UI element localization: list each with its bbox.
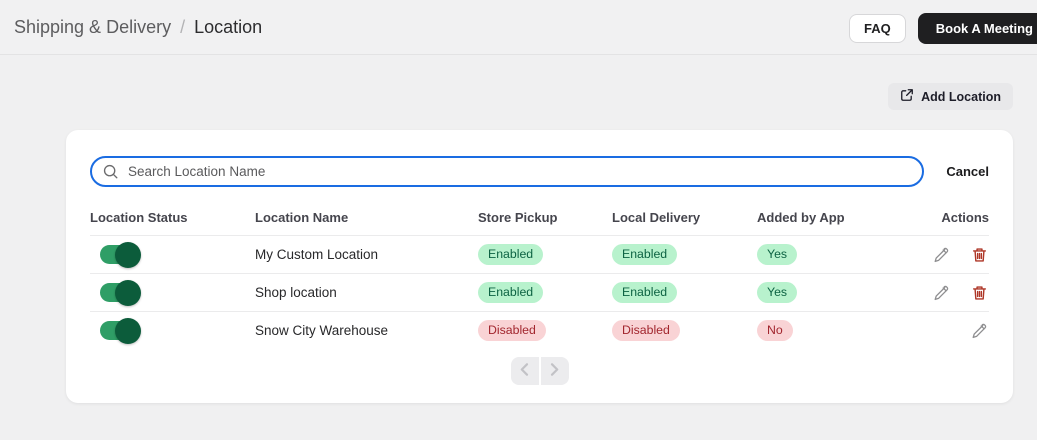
search-icon: [102, 163, 119, 180]
location-status-toggle[interactable]: [100, 241, 141, 268]
location-name: Shop location: [255, 285, 337, 300]
delete-icon[interactable]: [972, 247, 987, 263]
column-header-local-delivery: Local Delivery: [612, 210, 701, 225]
add-location-button[interactable]: Add Location: [888, 83, 1013, 110]
toggle-knob: [115, 317, 141, 344]
add-location-label: Add Location: [921, 89, 1001, 104]
locations-card: Cancel Location Status Location Name Sto…: [66, 130, 1013, 403]
store-pickup-badge: Enabled: [478, 281, 544, 304]
book-meeting-button[interactable]: Book A Meeting: [917, 13, 1037, 44]
added-by-app-cell: Yes: [757, 281, 930, 304]
search-input[interactable]: [90, 156, 925, 187]
breadcrumb-separator: /: [180, 16, 186, 37]
search-box: [90, 156, 925, 187]
local-delivery-cell: Enabled: [612, 281, 757, 304]
store-pickup-cell: Enabled: [478, 281, 612, 304]
topbar-actions: FAQ Book A Meeting: [849, 13, 1037, 44]
edit-icon[interactable]: [933, 247, 949, 263]
location-status-cell: [90, 279, 255, 306]
table-header: Location Status Location Name Store Pick…: [90, 199, 989, 235]
actions-cell: [930, 285, 989, 301]
added-by-app-badge: Yes: [757, 281, 798, 304]
breadcrumb-section[interactable]: Shipping & Delivery: [14, 17, 171, 38]
column-header-location-status: Location Status: [90, 210, 188, 225]
location-status-toggle[interactable]: [100, 279, 141, 306]
added-by-app-badge: Yes: [757, 243, 798, 266]
location-name: Snow City Warehouse: [255, 323, 389, 338]
chevron-left-icon: [520, 363, 529, 379]
column-header-store-pickup: Store Pickup: [478, 210, 558, 225]
store-pickup-cell: Disabled: [478, 319, 612, 342]
table-row: My Custom Location Enabled Enabled Yes: [90, 235, 989, 273]
store-pickup-badge: Enabled: [478, 243, 544, 266]
table-body: My Custom Location Enabled Enabled Yes S…: [90, 235, 989, 349]
table-row: Shop location Enabled Enabled Yes: [90, 273, 989, 311]
toggle-knob: [115, 279, 141, 306]
location-status-cell: [90, 317, 255, 344]
toolbar: Add Location: [0, 55, 1037, 110]
delete-icon[interactable]: [972, 285, 987, 301]
breadcrumb-current: Location: [194, 16, 263, 37]
location-status-cell: [90, 241, 255, 268]
pagination: [90, 357, 989, 389]
added-by-app-badge: No: [757, 319, 793, 342]
local-delivery-badge: Disabled: [612, 319, 680, 342]
store-pickup-badge: Disabled: [478, 319, 546, 342]
table-row: Snow City Warehouse Disabled Disabled No: [90, 311, 989, 349]
actions-cell: [930, 323, 989, 339]
actions-cell: [930, 247, 989, 263]
store-pickup-cell: Enabled: [478, 243, 612, 266]
column-header-actions: Actions: [941, 210, 989, 225]
cancel-button[interactable]: Cancel: [946, 164, 989, 179]
local-delivery-cell: Disabled: [612, 319, 757, 342]
top-bar: Shipping & Delivery / Location FAQ Book …: [0, 0, 1037, 55]
local-delivery-badge: Enabled: [612, 281, 678, 304]
location-status-toggle[interactable]: [100, 317, 141, 344]
added-by-app-cell: Yes: [757, 243, 930, 266]
faq-button[interactable]: FAQ: [849, 14, 906, 43]
column-header-added-by-app: Added by App: [757, 210, 845, 225]
chevron-right-icon: [550, 363, 559, 379]
breadcrumb: Shipping & Delivery / Location: [14, 17, 262, 38]
external-link-icon: [900, 88, 914, 105]
location-name: My Custom Location: [255, 247, 379, 262]
added-by-app-cell: No: [757, 319, 930, 342]
search-row: Cancel: [90, 156, 989, 187]
local-delivery-badge: Enabled: [612, 243, 678, 266]
toggle-knob: [115, 241, 141, 268]
prev-page-button[interactable]: [510, 357, 539, 385]
edit-icon[interactable]: [933, 285, 949, 301]
column-header-location-name: Location Name: [255, 210, 349, 225]
local-delivery-cell: Enabled: [612, 243, 757, 266]
edit-icon[interactable]: [971, 323, 987, 339]
next-page-button[interactable]: [540, 357, 569, 385]
